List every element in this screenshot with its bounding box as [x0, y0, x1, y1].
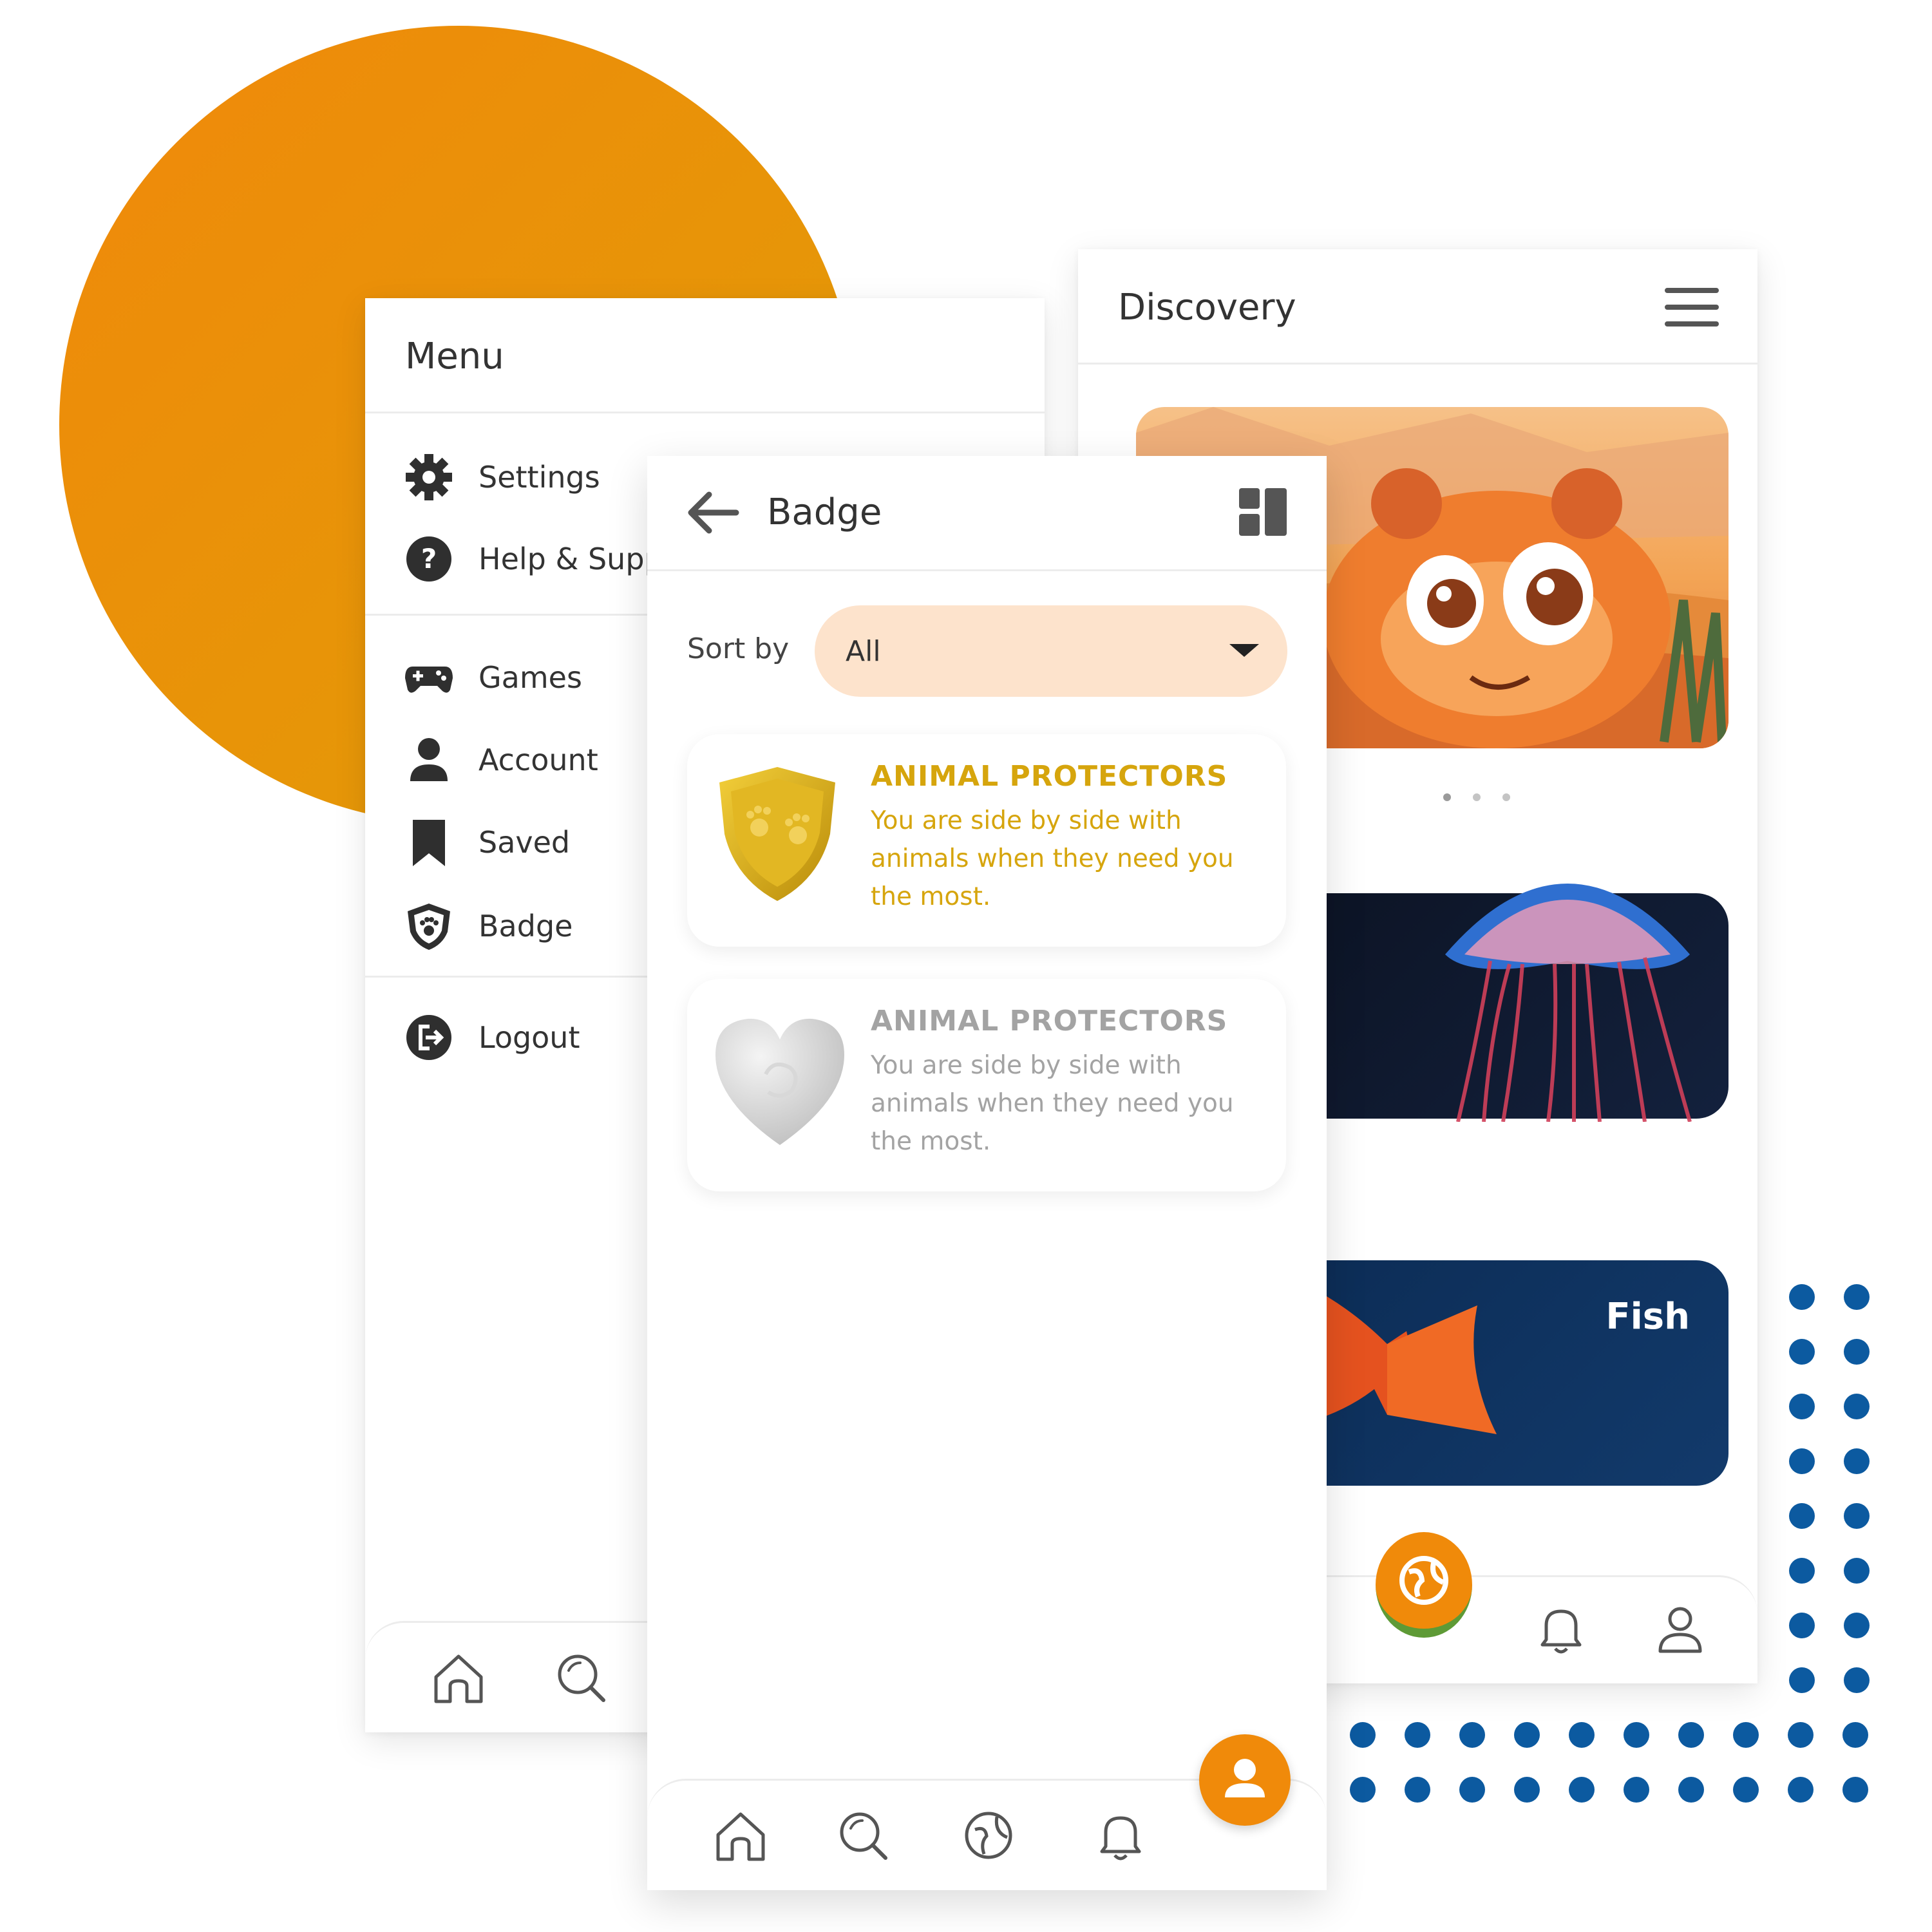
decorative-dot [1789, 1503, 1815, 1529]
decorative-dot [1405, 1722, 1430, 1748]
decorative-dot [1789, 1339, 1815, 1365]
user-icon [404, 735, 454, 785]
decorative-dot [1624, 1777, 1649, 1803]
decorative-dot [1844, 1284, 1870, 1310]
silver-heart-badge-icon [715, 1018, 844, 1145]
shield-paw-icon [404, 901, 454, 951]
decorative-dot [1844, 1394, 1870, 1419]
badge-card-locked[interactable]: ANIMAL PROTECTORS You are side by side w… [687, 979, 1286, 1191]
decorative-dot [1514, 1722, 1540, 1748]
decorative-dot [1569, 1777, 1595, 1803]
carousel-dot-1[interactable] [1443, 793, 1451, 801]
bookmark-icon [404, 817, 454, 867]
decorative-dot [1789, 1613, 1815, 1638]
decorative-dot [1789, 1448, 1815, 1474]
badge-card-earned[interactable]: ANIMAL PROTECTORS You are side by side w… [687, 734, 1286, 947]
sort-select[interactable]: All [815, 605, 1287, 697]
badge-header: Badge [647, 456, 1327, 571]
search-icon[interactable] [834, 1806, 892, 1864]
home-icon[interactable] [712, 1806, 770, 1864]
page-title: Menu [405, 336, 504, 377]
decorative-dot [1678, 1722, 1704, 1748]
decorative-dot [1569, 1722, 1595, 1748]
decorative-dot [1350, 1722, 1376, 1748]
hamburger-menu-icon[interactable] [1665, 287, 1719, 328]
decorative-dot [1459, 1722, 1485, 1748]
sort-by-label: Sort by [687, 632, 790, 665]
menu-header: Menu [365, 298, 1045, 413]
decorative-dot [1844, 1503, 1870, 1529]
category-label: Fish [1605, 1296, 1690, 1338]
decorative-dot [1789, 1558, 1815, 1584]
decorative-dot [1514, 1777, 1540, 1803]
gamepad-icon [404, 652, 454, 703]
menu-item-label: Games [478, 660, 582, 695]
decorative-dot [1789, 1667, 1815, 1693]
grid-layout-icon[interactable] [1239, 488, 1287, 536]
decorative-dot [1350, 1777, 1376, 1803]
menu-item-label: Settings [478, 460, 600, 495]
decorative-dot [1844, 1667, 1870, 1693]
decorative-dot [1788, 1722, 1814, 1748]
caret-down-icon [1229, 644, 1259, 657]
jellyfish-image [1445, 884, 1692, 1122]
decorative-dot [1789, 1284, 1815, 1310]
globe-icon[interactable] [1376, 1532, 1472, 1638]
bell-icon[interactable] [1532, 1600, 1590, 1658]
user-outline-icon[interactable] [1651, 1600, 1709, 1658]
page-title: Discovery [1118, 287, 1296, 328]
logout-icon [404, 1012, 454, 1063]
menu-item-label: Badge [478, 909, 573, 943]
sort-select-value: All [846, 634, 881, 668]
decorative-dot [1459, 1777, 1485, 1803]
decorative-dot [1678, 1777, 1704, 1803]
decorative-dot [1842, 1777, 1868, 1803]
back-arrow-icon[interactable] [686, 489, 740, 536]
badge-screen: Badge Sort by All ANIMAL PROTECTORS You … [647, 456, 1327, 1890]
home-icon[interactable] [430, 1649, 488, 1707]
decorative-dot [1844, 1339, 1870, 1365]
badge-description: You are side by side with animals when t… [871, 1051, 1234, 1156]
menu-item-label: Account [478, 743, 598, 777]
svg-text:?: ? [421, 543, 437, 574]
badge-title: ANIMAL PROTECTORS [871, 760, 1228, 793]
search-icon[interactable] [552, 1649, 610, 1707]
gear-icon [404, 452, 454, 502]
decorative-dot [1788, 1777, 1814, 1803]
carousel-dot-2[interactable] [1473, 793, 1481, 801]
globe-icon[interactable] [960, 1806, 1018, 1864]
decorative-dot [1844, 1448, 1870, 1474]
badge-title: ANIMAL PROTECTORS [871, 1005, 1228, 1037]
profile-fab-button[interactable] [1199, 1734, 1291, 1826]
page-title: Badge [767, 491, 882, 533]
bell-icon[interactable] [1092, 1806, 1150, 1864]
decorative-dot [1844, 1558, 1870, 1584]
decorative-dot [1405, 1777, 1430, 1803]
menu-item-label: Logout [478, 1020, 580, 1055]
badge-description: You are side by side with animals when t… [871, 806, 1234, 911]
decorative-dot [1789, 1394, 1815, 1419]
decorative-dot [1733, 1777, 1759, 1803]
carousel-dot-3[interactable] [1502, 793, 1510, 801]
menu-item-label: Saved [478, 825, 571, 860]
decorative-dot [1624, 1722, 1649, 1748]
question-icon: ? [404, 534, 454, 584]
gold-shield-badge-icon [719, 767, 835, 901]
menu-item-label: Help & Supp [478, 542, 663, 576]
decorative-dot [1733, 1722, 1759, 1748]
decorative-dot [1842, 1722, 1868, 1748]
discovery-header: Discovery [1078, 249, 1757, 365]
decorative-dot [1844, 1613, 1870, 1638]
user-icon [1225, 1759, 1265, 1797]
